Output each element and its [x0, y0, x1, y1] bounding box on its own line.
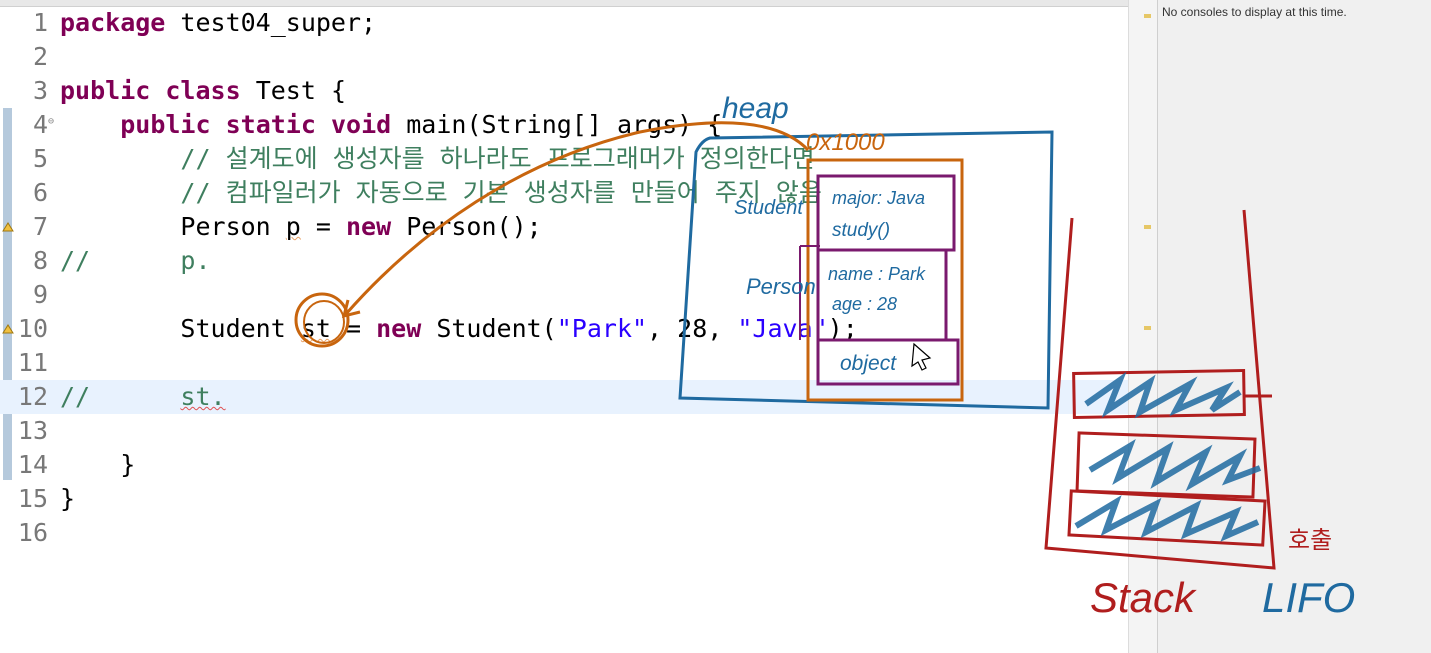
code-line[interactable]: 7 Person p = new Person();	[0, 210, 1128, 244]
code-line[interactable]: 10 Student st = new Student("Park", 28, …	[0, 312, 1128, 346]
code-text: public class Test {	[60, 76, 346, 105]
code-line[interactable]: 11	[0, 346, 1128, 380]
line-number: 9	[32, 280, 48, 309]
line-number: 5	[32, 144, 48, 173]
code-line[interactable]: 1 package test04_super;	[0, 6, 1128, 40]
code-line[interactable]: 2	[0, 40, 1128, 74]
line-number: 2	[32, 42, 48, 71]
line-number: 14	[17, 450, 48, 479]
line-number: 11	[17, 348, 48, 377]
line-number: 1	[32, 8, 48, 37]
code-line[interactable]: 16	[0, 516, 1128, 550]
code-text: // st.	[60, 382, 226, 411]
warning-icon[interactable]	[2, 324, 14, 334]
line-number: 16	[17, 518, 48, 547]
code-text: // 설계도에 생성자를 하나라도 프로그래머가 정의한다면	[180, 144, 815, 173]
console-empty-message: No consoles to display at this time.	[1162, 5, 1347, 19]
code-line-current[interactable]: 12 // st.	[0, 380, 1128, 414]
line-number: 6	[32, 178, 48, 207]
code-text: }	[120, 450, 136, 479]
line-number: 15	[17, 484, 48, 513]
line-number: 4	[32, 110, 48, 139]
code-line[interactable]: 5 // 설계도에 생성자를 하나라도 프로그래머가 정의한다면	[0, 142, 1128, 176]
code-text: Person p = new Person();	[180, 212, 542, 241]
ruler-marker[interactable]	[1144, 14, 1151, 18]
code-text: Student st = new Student("Park", 28, "Ja…	[180, 314, 858, 343]
code-text: package test04_super;	[60, 8, 377, 37]
code-text: public static void main(String[] args) {	[120, 110, 723, 139]
code-editor[interactable]: 1 package test04_super; 2 3 public class…	[0, 0, 1128, 653]
code-line[interactable]: 9	[0, 278, 1128, 312]
fold-toggle-icon[interactable]: ⊖	[48, 117, 54, 127]
line-number: 3	[32, 76, 48, 105]
ruler-marker[interactable]	[1144, 225, 1151, 229]
overview-ruler[interactable]	[1128, 0, 1157, 653]
code-line[interactable]: 13	[0, 414, 1128, 448]
line-number: 8	[32, 246, 48, 275]
code-line[interactable]: 4 ⊖ public static void main(String[] arg…	[0, 108, 1128, 142]
code-line[interactable]: 3 public class Test {	[0, 74, 1128, 108]
code-text: // 컴파일러가 자동으로 기본 생성자를 만들어 주지 않음	[180, 178, 822, 207]
code-line[interactable]: 14 }	[0, 448, 1128, 482]
code-line[interactable]: 8 // p.	[0, 244, 1128, 278]
code-text: // p.	[60, 246, 211, 275]
line-number: 13	[17, 416, 48, 445]
code-line[interactable]: 6 // 컴파일러가 자동으로 기본 생성자를 만들어 주지 않음	[0, 176, 1128, 210]
console-panel[interactable]: No consoles to display at this time.	[1157, 0, 1431, 653]
warning-icon[interactable]	[2, 222, 14, 232]
line-number: 12	[17, 382, 48, 411]
ruler-marker[interactable]	[1144, 326, 1151, 330]
code-text: }	[60, 484, 76, 513]
code-line[interactable]: 15 }	[0, 482, 1128, 516]
